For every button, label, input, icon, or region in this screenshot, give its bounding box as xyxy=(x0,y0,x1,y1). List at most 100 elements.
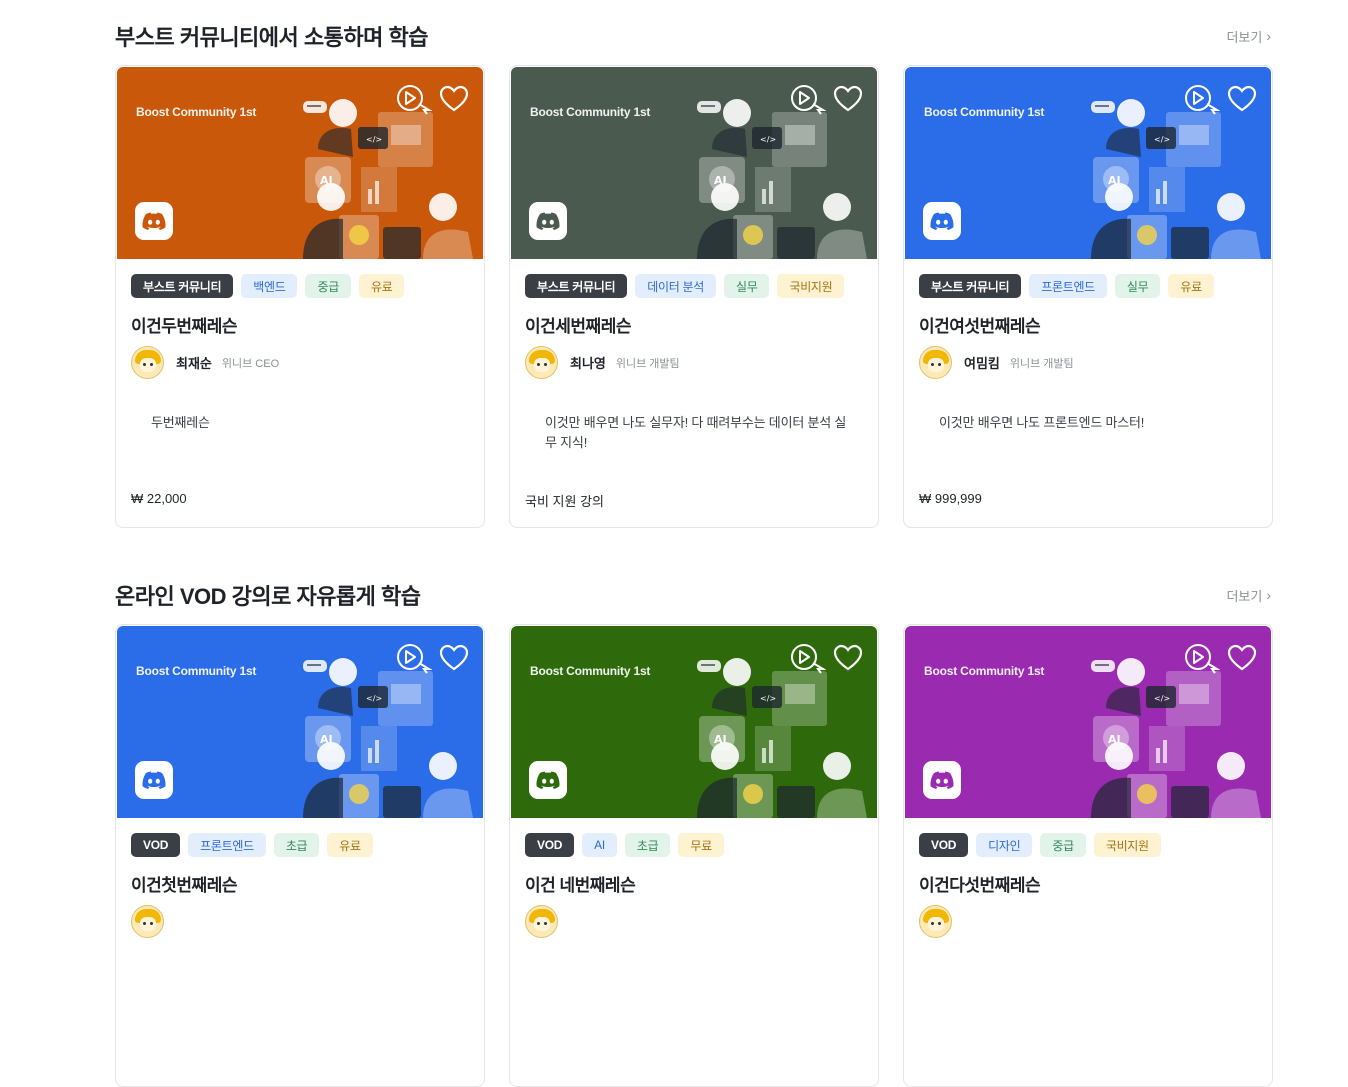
heart-icon[interactable] xyxy=(1227,644,1257,672)
lesson-price: ₩ 22,000 xyxy=(131,491,187,506)
tag-badge[interactable]: 프론트엔드 xyxy=(188,833,266,857)
lesson-title: 이건세번째레슨 xyxy=(525,317,631,336)
lesson-title: 이건첫번째레슨 xyxy=(131,876,237,895)
svg-text:</>: </> xyxy=(1154,694,1170,703)
brand-label: Boost Community 1st xyxy=(136,664,257,678)
section-header: 부스트 커뮤니티에서 소통하며 학습 더보기 › xyxy=(115,16,1273,56)
lesson-card[interactable]: Boost Community 1st </> AI xyxy=(903,624,1273,1087)
svg-text:</>: </> xyxy=(1154,135,1170,144)
lesson-thumbnail: Boost Community 1st </> AI xyxy=(511,626,877,818)
instructor-role: 위니브 개발팀 xyxy=(615,357,680,370)
tag-badge[interactable]: 무료 xyxy=(678,833,724,857)
section-title: 부스트 커뮤니티에서 소통하며 학습 xyxy=(115,25,428,50)
tag-list: VOD AI 초급 무료 xyxy=(525,833,724,857)
tag-badge[interactable]: 유료 xyxy=(1168,274,1214,298)
play-icon[interactable] xyxy=(396,83,432,115)
lesson-thumbnail: Boost Community 1st </> AI xyxy=(905,626,1271,818)
play-icon[interactable] xyxy=(1184,642,1220,674)
instructor-role: 위니브 개발팀 xyxy=(1009,357,1074,370)
tag-badge[interactable]: 부스트 커뮤니티 xyxy=(525,274,628,298)
lesson-thumbnail: Boost Community 1st </> AI xyxy=(117,626,483,818)
lesson-title: 이건두번째레슨 xyxy=(131,317,237,336)
lesson-title: 이건여섯번째레슨 xyxy=(919,317,1041,336)
tag-badge[interactable]: 백엔드 xyxy=(241,274,298,298)
section-boost-community: 부스트 커뮤니티에서 소통하며 학습 더보기 › Boost Community … xyxy=(115,16,1273,576)
tag-badge[interactable]: AI xyxy=(582,833,617,857)
tag-badge[interactable]: 디자인 xyxy=(976,833,1033,857)
avatar xyxy=(131,905,164,938)
avatar xyxy=(919,346,952,379)
card-list: Boost Community 1st </> AI xyxy=(115,65,1273,528)
avatar xyxy=(919,905,952,938)
heart-icon[interactable] xyxy=(439,644,469,672)
instructor: 최나영 위니브 개발팀 xyxy=(525,346,680,379)
lesson-card[interactable]: Boost Community 1st </> AI xyxy=(903,65,1273,528)
lesson-card[interactable]: Boost Community 1st </> AI xyxy=(115,624,485,1087)
brand-label: Boost Community 1st xyxy=(924,664,1045,678)
section-title: 온라인 VOD 강의로 자유롭게 학습 xyxy=(115,584,421,609)
lesson-thumbnail: Boost Community 1st </> AI xyxy=(117,67,483,259)
discord-icon xyxy=(529,761,567,799)
heart-icon[interactable] xyxy=(1227,85,1257,113)
lesson-card[interactable]: Boost Community 1st </> AI xyxy=(115,65,485,528)
lesson-price: ₩ 999,999 xyxy=(919,491,982,506)
tag-badge[interactable]: VOD xyxy=(525,833,575,857)
play-icon[interactable] xyxy=(790,83,826,115)
tag-badge[interactable]: VOD xyxy=(131,833,181,857)
more-label: 더보기 xyxy=(1226,29,1263,45)
instructor: 여밈킴 위니브 개발팀 xyxy=(919,346,1074,379)
tag-badge[interactable]: VOD xyxy=(919,833,969,857)
tag-badge[interactable]: 실무 xyxy=(1114,274,1161,298)
tag-badge[interactable]: 국비지원 xyxy=(1093,833,1161,857)
instructor: 최재순 위니브 CEO xyxy=(131,346,279,379)
lesson-description: 두번째레슨 xyxy=(151,415,210,430)
tag-badge[interactable]: 중급 xyxy=(305,274,351,298)
tag-badge[interactable]: 국비지원 xyxy=(777,274,845,298)
tag-badge[interactable]: 초급 xyxy=(273,833,320,857)
svg-text:</>: </> xyxy=(366,135,382,144)
tag-list: 부스트 커뮤니티 프론트엔드 실무 유료 xyxy=(919,274,1214,298)
tag-badge[interactable]: 실무 xyxy=(723,274,770,298)
avatar xyxy=(525,905,558,938)
tag-badge[interactable]: 초급 xyxy=(624,833,671,857)
lesson-card[interactable]: Boost Community 1st </> AI xyxy=(509,65,879,528)
svg-text:</>: </> xyxy=(760,694,776,703)
heart-icon[interactable] xyxy=(833,644,863,672)
discord-icon xyxy=(135,202,173,240)
more-label: 더보기 xyxy=(1226,588,1263,604)
tag-badge[interactable]: 유료 xyxy=(358,274,405,298)
card-list: Boost Community 1st </> AI xyxy=(115,624,1273,1087)
lesson-card[interactable]: Boost Community 1st </> AI xyxy=(509,624,879,1087)
lesson-title: 이건 네번째레슨 xyxy=(525,876,636,895)
tag-list: VOD 프론트엔드 초급 유료 xyxy=(131,833,373,857)
tag-badge[interactable]: 프론트엔드 xyxy=(1029,274,1107,298)
avatar xyxy=(525,346,558,379)
tag-badge[interactable]: 부스트 커뮤니티 xyxy=(131,274,234,298)
instructor-name: 최재순 xyxy=(176,356,212,371)
more-link[interactable]: 더보기 › xyxy=(1226,586,1273,605)
chevron-right-icon: › xyxy=(1266,28,1271,44)
discord-icon xyxy=(923,202,961,240)
tag-badge[interactable]: 중급 xyxy=(1040,833,1086,857)
section-header: 온라인 VOD 강의로 자유롭게 학습 더보기 › xyxy=(115,575,1273,615)
tag-badge[interactable]: 유료 xyxy=(327,833,373,857)
svg-text:</>: </> xyxy=(760,135,776,144)
tag-badge[interactable]: 데이터 분석 xyxy=(635,274,716,298)
instructor xyxy=(919,905,974,938)
more-link[interactable]: 더보기 › xyxy=(1226,27,1273,46)
brand-label: Boost Community 1st xyxy=(924,105,1045,119)
play-icon[interactable] xyxy=(1184,83,1220,115)
avatar xyxy=(131,346,164,379)
instructor-name: 최나영 xyxy=(570,356,606,371)
tag-badge[interactable]: 부스트 커뮤니티 xyxy=(919,274,1022,298)
heart-icon[interactable] xyxy=(833,85,863,113)
play-icon[interactable] xyxy=(396,642,432,674)
lesson-thumbnail: Boost Community 1st </> AI xyxy=(511,67,877,259)
svg-text:</>: </> xyxy=(366,694,382,703)
instructor xyxy=(525,905,580,938)
play-icon[interactable] xyxy=(790,642,826,674)
brand-label: Boost Community 1st xyxy=(530,664,651,678)
heart-icon[interactable] xyxy=(439,85,469,113)
instructor xyxy=(131,905,186,938)
discord-icon xyxy=(135,761,173,799)
